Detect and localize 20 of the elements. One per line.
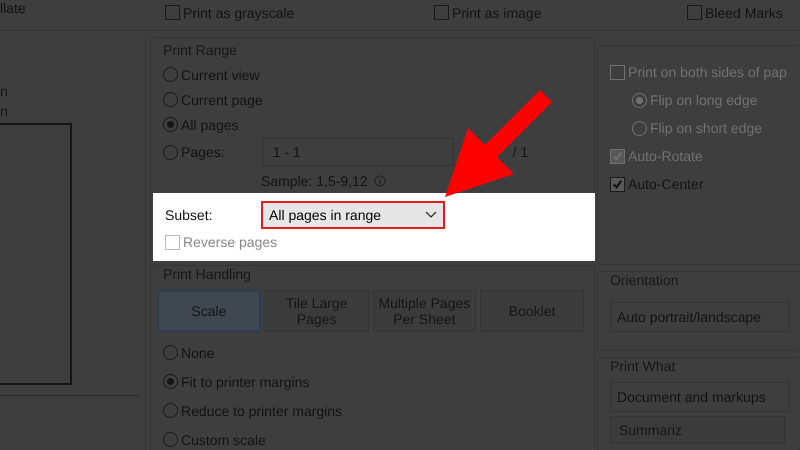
caret-icon <box>425 211 437 219</box>
radio-button[interactable] <box>163 432 178 447</box>
checkbox-label: Reverse pages <box>183 234 278 250</box>
subset-label: Subset: <box>165 207 214 223</box>
mode-tab[interactable]: Scale <box>157 290 261 332</box>
radio-button[interactable] <box>163 144 178 160</box>
radio-button[interactable] <box>163 374 178 389</box>
checkbox[interactable] <box>434 5 449 20</box>
radio-button[interactable] <box>163 403 178 418</box>
checkbox[interactable] <box>610 176 625 192</box>
radio-button[interactable] <box>163 117 178 132</box>
checkbox[interactable] <box>687 5 702 20</box>
info-icon <box>374 175 386 187</box>
checkbox[interactable] <box>165 5 180 20</box>
radio-button[interactable] <box>163 67 178 82</box>
radio-button[interactable] <box>163 345 178 360</box>
checkmark-icon <box>611 178 624 190</box>
checkmark-icon <box>611 150 624 162</box>
subset-dropdown[interactable]: All pages in range <box>261 201 445 229</box>
radio-button[interactable] <box>163 92 178 107</box>
